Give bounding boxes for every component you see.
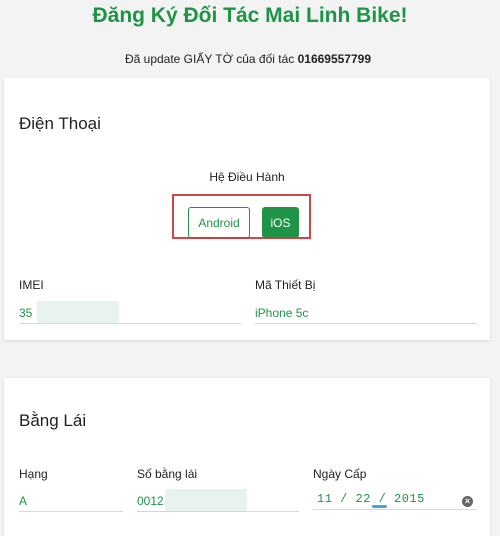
device-label: Mã Thiết Bị <box>255 278 316 292</box>
imei-value: 35 <box>19 306 33 320</box>
license-card: Bằng Lái Hạng A Số bằng lái 0012 Ngày Cấ… <box>4 378 490 536</box>
issue-date-value: 11 / 22 / 2015 <box>317 492 425 506</box>
clear-icon[interactable]: × <box>462 496 473 507</box>
android-button[interactable]: Android <box>188 207 250 238</box>
license-number-label: Số bằng lái <box>137 467 198 481</box>
imei-label: IMEI <box>19 278 44 292</box>
class-label: Hạng <box>19 467 48 481</box>
device-field[interactable]: iPhone 5c <box>255 303 477 324</box>
issue-date-field[interactable]: 11 / 22 / 2015 <box>313 489 477 510</box>
status-text: Đã update GIẤY TỜ của đối tác <box>124 52 295 66</box>
issue-date-label: Ngày Cấp <box>313 467 367 481</box>
os-label: Hệ Điều Hành <box>209 170 285 184</box>
ios-button[interactable]: iOS <box>262 207 299 238</box>
class-field[interactable]: A <box>19 491 123 512</box>
phone-card-title: Điện Thoại <box>19 114 101 133</box>
imei-redacted-block <box>37 301 119 323</box>
license-number-value: 0012 <box>137 494 164 508</box>
date-cursor-mark <box>372 505 387 508</box>
partner-update-status: Đã update GIẤY TỜ của đối tác 0166955779… <box>0 52 496 66</box>
device-value: iPhone 5c <box>255 306 309 320</box>
license-card-title: Bằng Lái <box>19 411 87 430</box>
license-number-redacted-block <box>165 489 247 511</box>
class-value: A <box>19 494 28 508</box>
page-title: Đăng Ký Đối Tác Mai Linh Bike! <box>92 4 408 27</box>
partner-phone: 01669557799 <box>297 52 372 66</box>
phone-card: Điện Thoại Hệ Điều Hành Android iOS IMEI… <box>4 78 490 340</box>
